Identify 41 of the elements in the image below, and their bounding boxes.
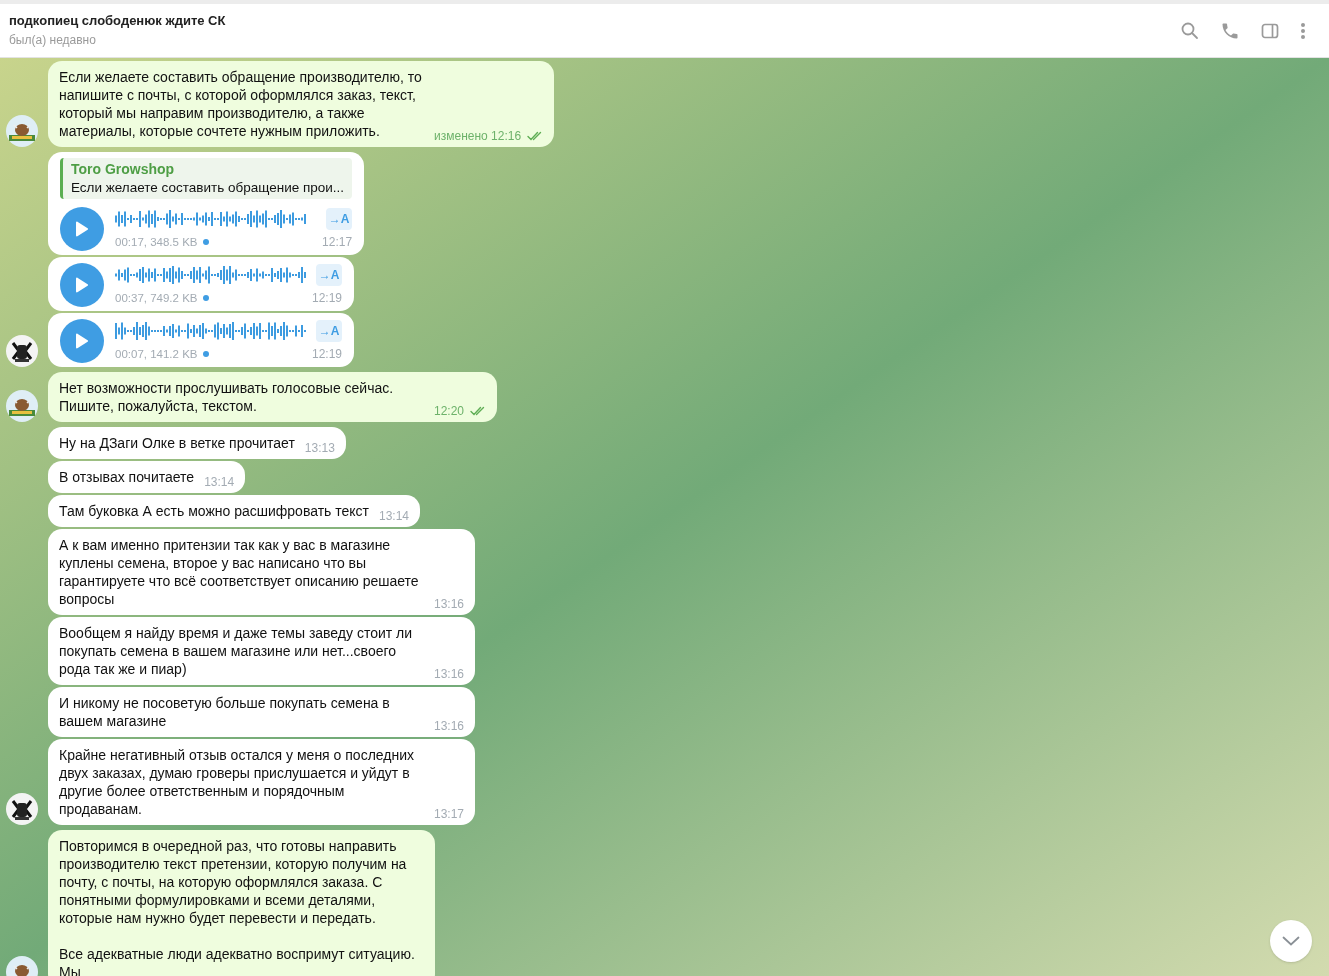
search-icon[interactable]	[1180, 20, 1200, 41]
scroll-down-button[interactable]	[1270, 920, 1312, 962]
message-text: Вообщем я найду время и даже темы заведу стоит ли покупать семена в вашем магазине или нет...своего рода так же и пиар)	[59, 624, 414, 678]
last-seen-status: был(а) недавно	[9, 32, 97, 49]
message-text: А к вам именно притензии так как у вас в магазине куплены семена, второе у вас написано что вы гарантируете что всё соответствует описанию решаете вопросы	[59, 536, 420, 608]
voice-info: 00:37, 749.2 KB	[115, 291, 198, 306]
reply-text: Если желаете составить обращение прои...	[71, 179, 345, 197]
message-text: Нет возможности прослушивать голосовые сейчас. Пишите, пожалуйста, текстом.	[59, 379, 395, 415]
more-icon[interactable]	[1300, 20, 1306, 41]
chevron-down-icon	[1282, 936, 1300, 946]
message-text: Крайне негативный отзыв остался у меня о последних двух заказах, думаю гроверы прислушается и уйдут в другие более ответственным и порядочным продаванам.	[59, 746, 415, 818]
chat-title: подкопиец слободенюк ждите СК	[9, 12, 226, 30]
message-time: 12:17	[322, 234, 353, 250]
message-time: 13:16	[434, 597, 465, 611]
message-time: 12:19	[311, 346, 342, 362]
message-time: 13:16	[434, 719, 465, 733]
play-button[interactable]	[60, 263, 104, 307]
play-icon	[75, 221, 89, 237]
message-time: 13:16	[434, 667, 465, 681]
transcribe-button[interactable]: →A	[316, 320, 342, 342]
play-button[interactable]	[60, 207, 104, 251]
message-time: изменено 12:16	[434, 129, 522, 143]
play-icon	[75, 277, 89, 293]
message-text: Там буковка А есть можно расшифровать текст	[59, 502, 369, 520]
message-time: 13:17	[434, 807, 465, 821]
message-time: 13:14	[204, 475, 235, 489]
message-time: 12:20	[434, 404, 465, 418]
voice-info: 00:07, 141.2 KB	[115, 347, 198, 362]
transcribe-button[interactable]: →A	[316, 264, 342, 286]
message-text: И никому не посоветую больше покупать семена в вашем магазине	[59, 694, 391, 730]
message-text: Если желаете составить обращение производителю, то напишите с почты, с которой оформлялся заказ, текст, который мы направим производителю, а также материалы, которые сочтете нужным приложить.	[59, 68, 423, 140]
reply-author: Toro Growshop	[71, 160, 176, 178]
message-text: В отзывах почитаете	[59, 468, 195, 486]
message-time: 13:14	[379, 509, 410, 523]
message-time: 13:13	[304, 441, 335, 455]
play-icon	[75, 333, 89, 349]
message-text: Ну на ДЗаги Олке в ветке прочитает	[59, 434, 295, 452]
transcribe-button[interactable]: →A	[326, 208, 353, 230]
voice-info: 00:17, 348.5 KB	[115, 235, 198, 250]
message-time: 12:19	[311, 290, 342, 306]
play-button[interactable]	[60, 319, 104, 363]
